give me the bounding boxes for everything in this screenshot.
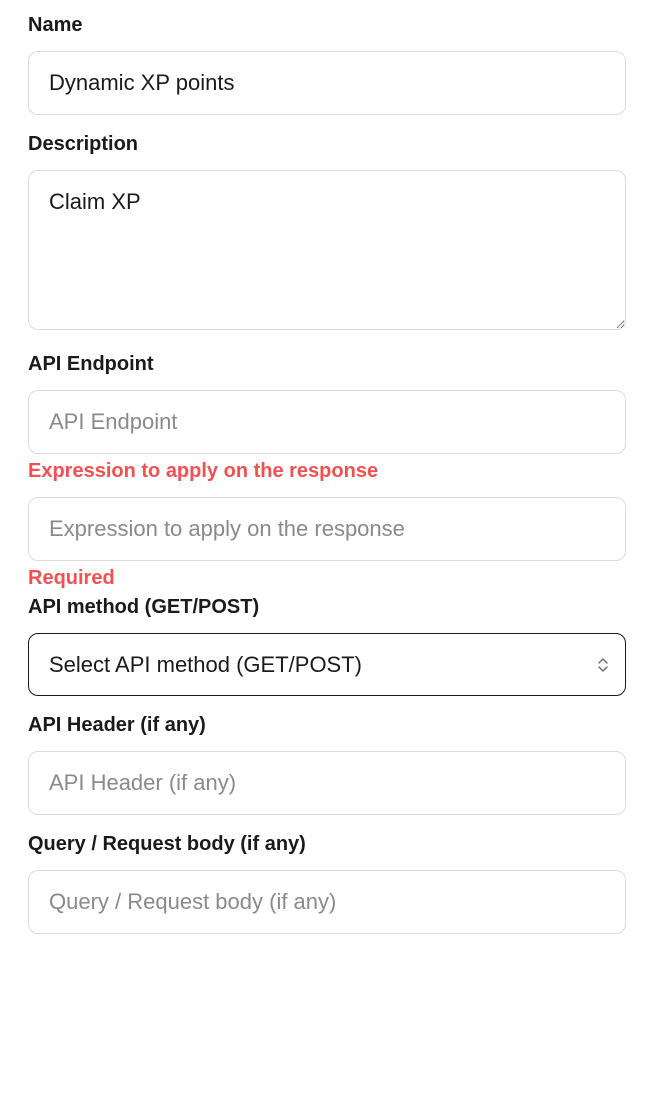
description-field-group: Description Claim XP bbox=[28, 133, 626, 335]
api-endpoint-input[interactable] bbox=[28, 390, 626, 454]
api-header-label: API Header (if any) bbox=[28, 714, 626, 737]
description-textarea[interactable]: Claim XP bbox=[28, 170, 626, 330]
api-method-select-wrapper: Select API method (GET/POST) GET POST bbox=[28, 633, 626, 696]
expression-field-group: Expression to apply on the response bbox=[28, 460, 626, 561]
api-endpoint-label: API Endpoint bbox=[28, 353, 626, 376]
name-input[interactable] bbox=[28, 51, 626, 115]
expression-input[interactable] bbox=[28, 497, 626, 561]
name-label: Name bbox=[28, 14, 626, 37]
api-method-label: API method (GET/POST) bbox=[28, 596, 626, 619]
api-header-input[interactable] bbox=[28, 751, 626, 815]
expression-label: Expression to apply on the response bbox=[28, 460, 626, 483]
query-body-field-group: Query / Request body (if any) bbox=[28, 833, 626, 934]
name-field-group: Name bbox=[28, 14, 626, 115]
api-header-field-group: API Header (if any) bbox=[28, 714, 626, 815]
query-body-label: Query / Request body (if any) bbox=[28, 833, 626, 856]
required-label: Required bbox=[28, 567, 626, 590]
query-body-input[interactable] bbox=[28, 870, 626, 934]
api-method-select[interactable]: Select API method (GET/POST) GET POST bbox=[28, 633, 626, 696]
api-endpoint-field-group: API Endpoint bbox=[28, 353, 626, 454]
description-label: Description bbox=[28, 133, 626, 156]
api-method-field-group: Required API method (GET/POST) Select AP… bbox=[28, 567, 626, 696]
